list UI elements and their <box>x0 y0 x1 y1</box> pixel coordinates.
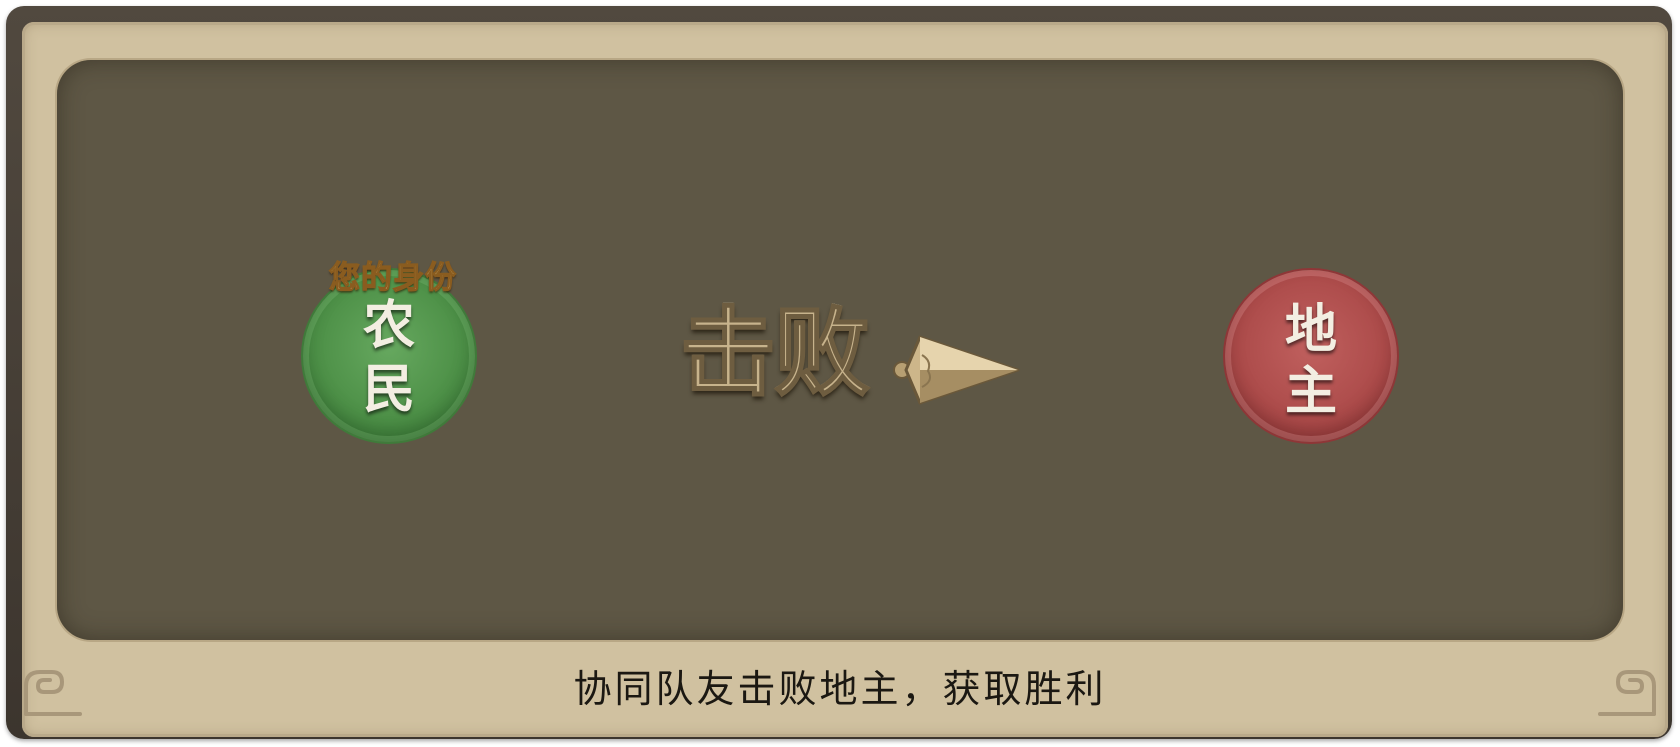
defeat-label: 击败 <box>679 296 871 409</box>
farmer-role-char-2: 民 <box>362 359 415 420</box>
landlord-role-char-1: 地 <box>1284 299 1337 360</box>
arrowhead-icon <box>892 325 1026 415</box>
farmer-role-char-1: 农 <box>362 295 415 356</box>
objective-hint: 协同队友击败地主，获取胜利 <box>573 667 1107 711</box>
your-identity-caption: 您的身份 <box>328 259 457 296</box>
landlord-role-char-2: 主 <box>1284 361 1337 422</box>
landlord-role-badge: 地 主 <box>1225 270 1397 442</box>
